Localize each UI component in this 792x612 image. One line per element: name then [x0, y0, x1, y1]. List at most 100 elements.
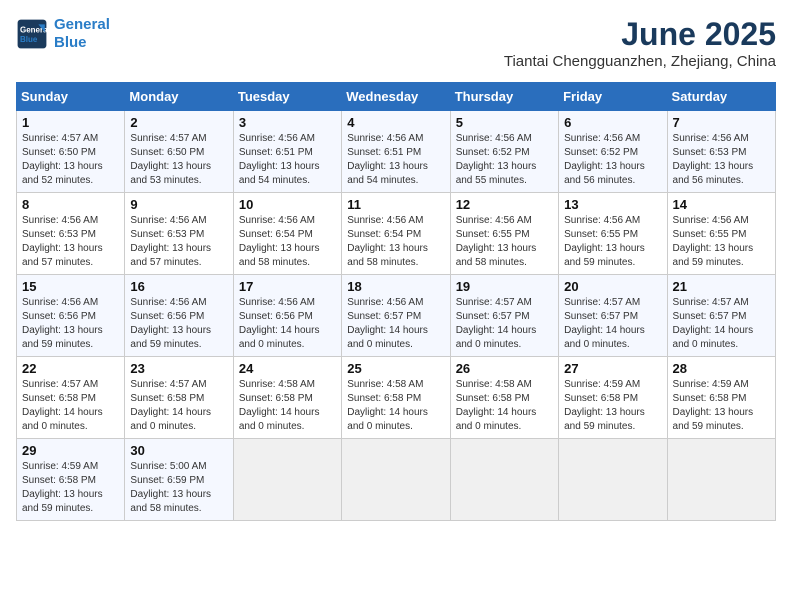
- day-number: 29: [22, 443, 119, 458]
- day-detail: Sunrise: 4:58 AMSunset: 6:58 PMDaylight:…: [456, 378, 553, 434]
- subtitle: Tiantai Chengguanzhen, Zhejiang, China: [504, 53, 776, 70]
- calendar-cell: 15 Sunrise: 4:56 AMSunset: 6:56 PMDayligh…: [17, 275, 125, 357]
- day-number: 22: [22, 361, 119, 376]
- day-number: 9: [130, 197, 227, 212]
- week-row-1: 1 Sunrise: 4:57 AMSunset: 6:50 PMDaylight…: [17, 111, 776, 193]
- calendar-cell: 21Sunrise: 4:57 AMSunset: 6:57 PMDayligh…: [667, 275, 775, 357]
- day-detail: Sunrise: 4:56 AMSunset: 6:51 PMDaylight:…: [239, 132, 336, 188]
- day-detail: Sunrise: 4:56 AMSunset: 6:53 PMDaylight:…: [22, 214, 119, 270]
- calendar-cell: 27Sunrise: 4:59 AMSunset: 6:58 PMDayligh…: [559, 357, 667, 439]
- day-number: 19: [456, 279, 553, 294]
- logo-line2: Blue: [54, 34, 87, 51]
- calendar-cell: [450, 439, 558, 521]
- day-detail: Sunrise: 4:56 AMSunset: 6:52 PMDaylight:…: [456, 132, 553, 188]
- calendar-cell: 4 Sunrise: 4:56 AMSunset: 6:51 PMDaylight…: [342, 111, 450, 193]
- day-detail: Sunrise: 4:57 AMSunset: 6:58 PMDaylight:…: [22, 378, 119, 434]
- calendar-cell: 5 Sunrise: 4:56 AMSunset: 6:52 PMDaylight…: [450, 111, 558, 193]
- logo-text: General Blue: [54, 16, 110, 52]
- day-detail: Sunrise: 4:56 AMSunset: 6:55 PMDaylight:…: [564, 214, 661, 270]
- day-number: 15: [22, 279, 119, 294]
- day-number: 14: [673, 197, 770, 212]
- day-number: 3: [239, 115, 336, 130]
- day-number: 25: [347, 361, 444, 376]
- calendar-cell: 26 Sunrise: 4:58 AMSunset: 6:58 PMDayligh…: [450, 357, 558, 439]
- week-row-4: 22 Sunrise: 4:57 AMSunset: 6:58 PMDayligh…: [17, 357, 776, 439]
- calendar-cell: 20Sunrise: 4:57 AMSunset: 6:57 PMDayligh…: [559, 275, 667, 357]
- day-number: 16: [130, 279, 227, 294]
- calendar-cell: 24 Sunrise: 4:58 AMSunset: 6:58 PMDayligh…: [233, 357, 341, 439]
- calendar-cell: 13 Sunrise: 4:56 AMSunset: 6:55 PMDayligh…: [559, 193, 667, 275]
- calendar-cell: [667, 439, 775, 521]
- calendar-cell: 22 Sunrise: 4:57 AMSunset: 6:58 PMDayligh…: [17, 357, 125, 439]
- weekday-header-friday: Friday: [559, 83, 667, 111]
- header: General Blue General Blue June 2025 Tian…: [16, 16, 776, 70]
- calendar-cell: 23 Sunrise: 4:57 AMSunset: 6:58 PMDayligh…: [125, 357, 233, 439]
- calendar-cell: 11 Sunrise: 4:56 AMSunset: 6:54 PMDayligh…: [342, 193, 450, 275]
- day-detail: Sunrise: 4:58 AMSunset: 6:58 PMDaylight:…: [239, 378, 336, 434]
- weekday-header-row: SundayMondayTuesdayWednesdayThursdayFrid…: [17, 83, 776, 111]
- calendar-cell: 7 Sunrise: 4:56 AMSunset: 6:53 PMDaylight…: [667, 111, 775, 193]
- day-number: 24: [239, 361, 336, 376]
- day-detail: Sunrise: 4:56 AMSunset: 6:55 PMDaylight:…: [673, 214, 770, 270]
- calendar-cell: 3 Sunrise: 4:56 AMSunset: 6:51 PMDaylight…: [233, 111, 341, 193]
- calendar-cell: 8Sunrise: 4:56 AMSunset: 6:53 PMDaylight…: [17, 193, 125, 275]
- week-row-3: 15 Sunrise: 4:56 AMSunset: 6:56 PMDayligh…: [17, 275, 776, 357]
- day-number: 2: [130, 115, 227, 130]
- weekday-header-thursday: Thursday: [450, 83, 558, 111]
- day-detail: Sunrise: 4:56 AMSunset: 6:54 PMDaylight:…: [239, 214, 336, 270]
- day-detail: Sunrise: 4:56 AMSunset: 6:53 PMDaylight:…: [673, 132, 770, 188]
- calendar-cell: 6 Sunrise: 4:56 AMSunset: 6:52 PMDaylight…: [559, 111, 667, 193]
- calendar-table: SundayMondayTuesdayWednesdayThursdayFrid…: [16, 82, 776, 521]
- day-detail: Sunrise: 4:58 AMSunset: 6:58 PMDaylight:…: [347, 378, 444, 434]
- day-number: 26: [456, 361, 553, 376]
- day-number: 4: [347, 115, 444, 130]
- day-detail: Sunrise: 4:57 AMSunset: 6:57 PMDaylight:…: [456, 296, 553, 352]
- day-number: 27: [564, 361, 661, 376]
- day-detail: Sunrise: 4:56 AMSunset: 6:52 PMDaylight:…: [564, 132, 661, 188]
- day-number: 12: [456, 197, 553, 212]
- day-detail: Sunrise: 4:59 AMSunset: 6:58 PMDaylight:…: [673, 378, 770, 434]
- weekday-header-saturday: Saturday: [667, 83, 775, 111]
- logo-icon: General Blue: [16, 18, 48, 50]
- day-detail: Sunrise: 4:56 AMSunset: 6:56 PMDaylight:…: [130, 296, 227, 352]
- calendar-cell: 9 Sunrise: 4:56 AMSunset: 6:53 PMDaylight…: [125, 193, 233, 275]
- day-detail: Sunrise: 4:56 AMSunset: 6:56 PMDaylight:…: [22, 296, 119, 352]
- day-number: 18: [347, 279, 444, 294]
- week-row-5: 29 Sunrise: 4:59 AMSunset: 6:58 PMDayligh…: [17, 439, 776, 521]
- day-detail: Sunrise: 4:56 AMSunset: 6:53 PMDaylight:…: [130, 214, 227, 270]
- day-number: 6: [564, 115, 661, 130]
- day-number: 5: [456, 115, 553, 130]
- day-number: 23: [130, 361, 227, 376]
- calendar-cell: 16 Sunrise: 4:56 AMSunset: 6:56 PMDayligh…: [125, 275, 233, 357]
- day-detail: Sunrise: 4:56 AMSunset: 6:51 PMDaylight:…: [347, 132, 444, 188]
- calendar-cell: 14 Sunrise: 4:56 AMSunset: 6:55 PMDayligh…: [667, 193, 775, 275]
- day-detail: Sunrise: 4:59 AMSunset: 6:58 PMDaylight:…: [22, 460, 119, 516]
- calendar-cell: 12Sunrise: 4:56 AMSunset: 6:55 PMDayligh…: [450, 193, 558, 275]
- day-detail: Sunrise: 4:57 AMSunset: 6:58 PMDaylight:…: [130, 378, 227, 434]
- calendar-cell: [233, 439, 341, 521]
- day-number: 10: [239, 197, 336, 212]
- calendar-cell: 28Sunrise: 4:59 AMSunset: 6:58 PMDayligh…: [667, 357, 775, 439]
- main-title: June 2025: [504, 16, 776, 53]
- day-detail: Sunrise: 4:57 AMSunset: 6:50 PMDaylight:…: [22, 132, 119, 188]
- calendar-cell: 10 Sunrise: 4:56 AMSunset: 6:54 PMDayligh…: [233, 193, 341, 275]
- day-number: 21: [673, 279, 770, 294]
- day-number: 1: [22, 115, 119, 130]
- weekday-header-sunday: Sunday: [17, 83, 125, 111]
- day-detail: Sunrise: 4:56 AMSunset: 6:54 PMDaylight:…: [347, 214, 444, 270]
- day-number: 30: [130, 443, 227, 458]
- weekday-header-tuesday: Tuesday: [233, 83, 341, 111]
- calendar-cell: [559, 439, 667, 521]
- weekday-header-wednesday: Wednesday: [342, 83, 450, 111]
- logo-line1: General: [54, 16, 110, 33]
- day-detail: Sunrise: 5:00 AMSunset: 6:59 PMDaylight:…: [130, 460, 227, 516]
- day-number: 7: [673, 115, 770, 130]
- day-number: 13: [564, 197, 661, 212]
- logo: General Blue General Blue: [16, 16, 110, 52]
- calendar-cell: 25 Sunrise: 4:58 AMSunset: 6:58 PMDayligh…: [342, 357, 450, 439]
- calendar-cell: 18Sunrise: 4:56 AMSunset: 6:57 PMDayligh…: [342, 275, 450, 357]
- day-number: 11: [347, 197, 444, 212]
- calendar-cell: 30 Sunrise: 5:00 AMSunset: 6:59 PMDayligh…: [125, 439, 233, 521]
- day-detail: Sunrise: 4:56 AMSunset: 6:56 PMDaylight:…: [239, 296, 336, 352]
- day-detail: Sunrise: 4:57 AMSunset: 6:50 PMDaylight:…: [130, 132, 227, 188]
